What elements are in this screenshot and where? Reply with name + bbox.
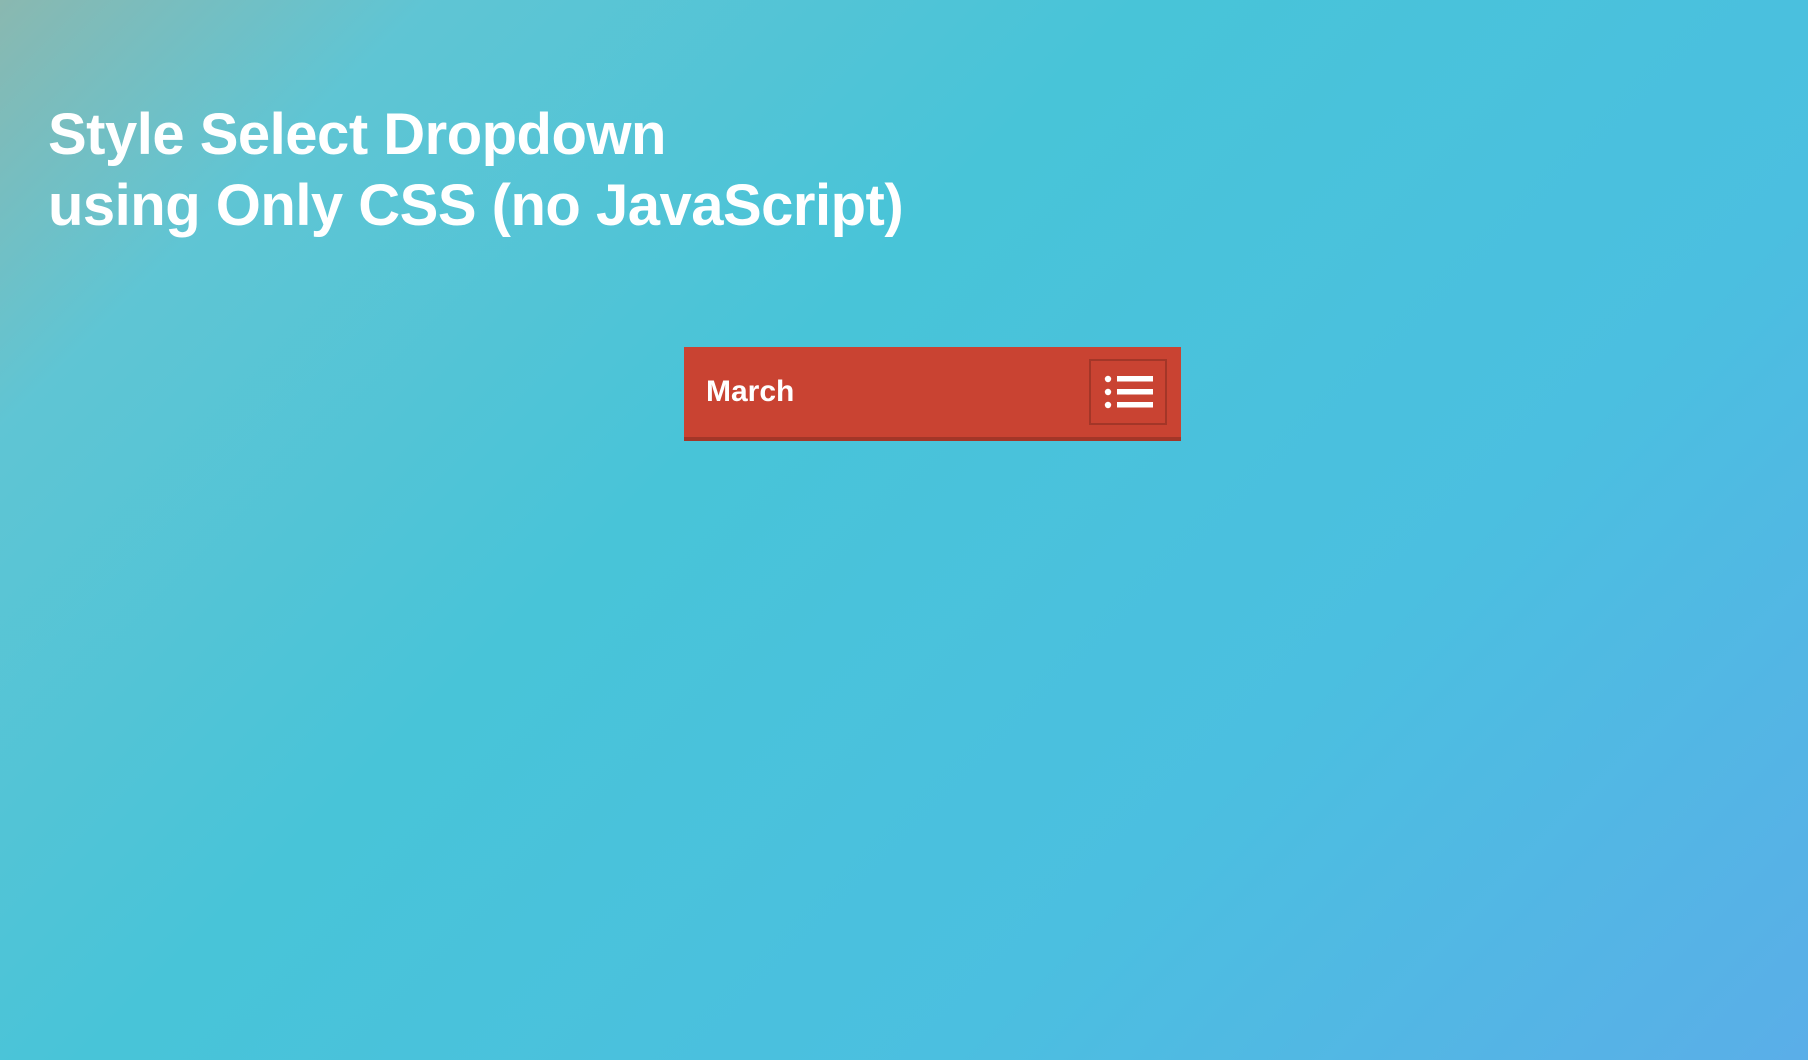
dropdown-selected-label: March bbox=[706, 375, 794, 409]
page-title: Style Select Dropdown using Only CSS (no… bbox=[48, 100, 903, 242]
month-dropdown-wrapper: March bbox=[684, 347, 1181, 441]
list-icon bbox=[1103, 373, 1153, 411]
dropdown-toggle[interactable] bbox=[1089, 359, 1167, 425]
month-dropdown[interactable]: March bbox=[684, 347, 1181, 441]
